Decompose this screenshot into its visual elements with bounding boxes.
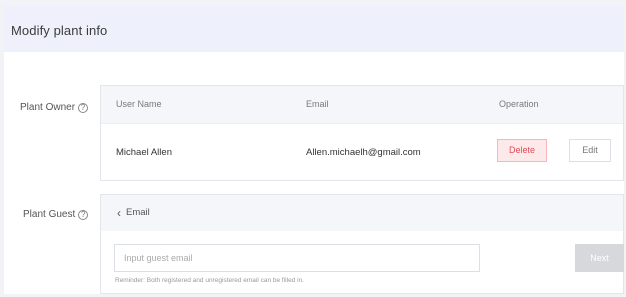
reminder-text: Reminder: Both registered and unregister…: [115, 277, 304, 284]
owner-table: User Name Email Operation Michael Allen …: [100, 85, 624, 181]
owner-user-name: Michael Allen: [116, 147, 172, 158]
delete-button[interactable]: Delete: [497, 139, 547, 162]
page-title: Modify plant info: [11, 23, 108, 38]
owner-email: Allen.michaelh@gmail.com: [306, 147, 421, 158]
table-header: User Name Email Operation: [101, 86, 623, 124]
back-link-label: Email: [126, 207, 150, 218]
chevron-left-icon: ‹: [117, 205, 121, 220]
guest-panel: ‹ Email Next Reminder: Both registered a…: [100, 194, 624, 294]
panel-header: Modify plant info: [4, 6, 624, 52]
plant-owner-label: Plant Owner: [20, 102, 76, 113]
guest-email-input[interactable]: [114, 244, 480, 272]
back-to-email-link[interactable]: ‹ Email: [117, 205, 150, 220]
plant-guest-row-label: Plant Guest ?: [23, 209, 89, 220]
help-icon[interactable]: ?: [78, 102, 89, 113]
guest-panel-header: ‹ Email: [101, 195, 623, 231]
plant-owner-row-label: Plant Owner ?: [20, 102, 89, 113]
help-icon[interactable]: ?: [78, 209, 89, 220]
modify-plant-panel: Modify plant info Plant Owner ? User Nam…: [4, 6, 624, 294]
column-header-email: Email: [306, 99, 329, 109]
plant-guest-label: Plant Guest: [23, 209, 76, 220]
next-button[interactable]: Next: [575, 244, 624, 272]
edit-button[interactable]: Edit: [569, 139, 611, 162]
column-header-operation: Operation: [499, 99, 539, 109]
column-header-user-name: User Name: [116, 99, 162, 109]
